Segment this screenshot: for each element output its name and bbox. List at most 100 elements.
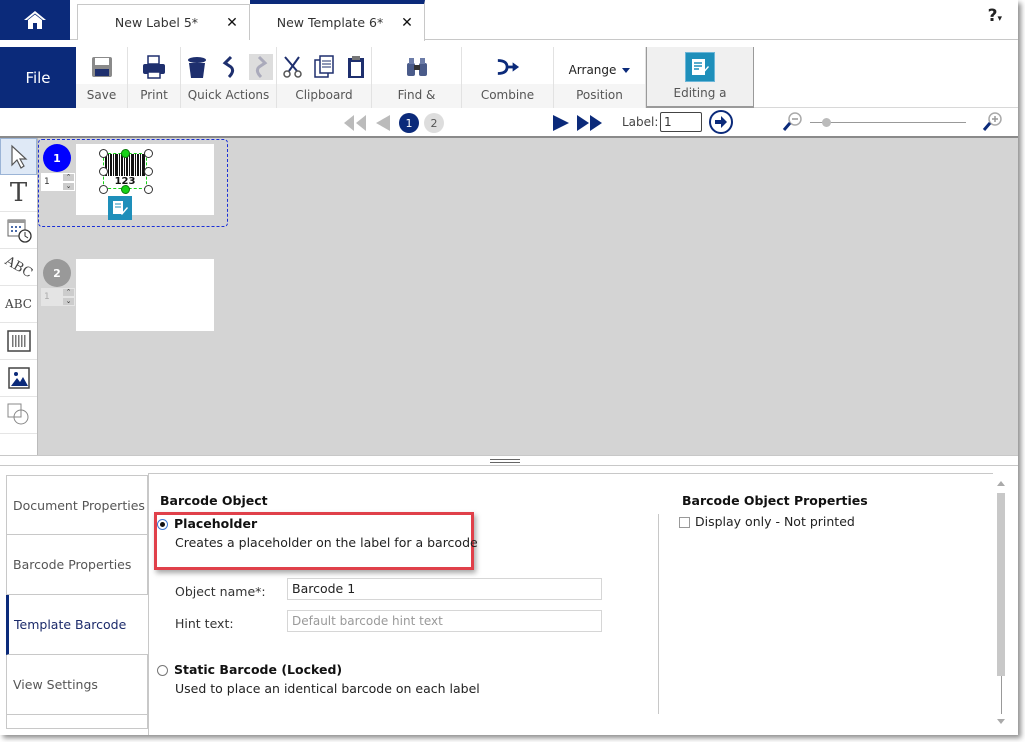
side-tab-document-properties[interactable]: Document Properties (6, 475, 148, 535)
resize-handle[interactable] (99, 167, 108, 176)
print-label: Print (128, 84, 180, 108)
page-2-button[interactable]: 2 (424, 113, 444, 133)
combine-icon (496, 54, 520, 80)
editing-template-group[interactable]: Editing a Template (646, 47, 754, 122)
zoom-slider-track[interactable] (810, 122, 966, 123)
label-number-badge[interactable]: 1 (43, 144, 71, 172)
tab-new-label-5[interactable]: New Label 5* ✕ (77, 4, 250, 40)
text-tool[interactable]: T (0, 175, 37, 212)
pointer-icon (10, 144, 28, 169)
paste-icon[interactable] (344, 54, 368, 80)
pointer-tool[interactable] (0, 138, 37, 175)
zoom-slider-thumb[interactable] (822, 118, 831, 127)
home-button[interactable] (0, 0, 70, 40)
last-page-icon[interactable] (576, 113, 604, 136)
shape-icon (7, 403, 28, 425)
file-button[interactable]: File (0, 47, 76, 108)
text-icon: T (9, 178, 28, 208)
arrow-right-icon (715, 116, 727, 128)
scroll-thumb[interactable] (997, 493, 1005, 676)
scroll-up-icon[interactable] (997, 481, 1005, 486)
quick-actions-group: Quick Actions (181, 47, 277, 108)
static-barcode-radio[interactable] (157, 665, 168, 676)
edit-template-badge[interactable] (108, 196, 132, 220)
label-number-caption: Label: (622, 115, 659, 129)
placeholder-radio[interactable] (157, 519, 168, 530)
hint-text-input[interactable]: Default barcode hint text (287, 610, 602, 632)
image-icon (7, 367, 30, 389)
panel-scrollbar[interactable] (994, 473, 1008, 735)
label-number-badge[interactable]: 2 (43, 259, 71, 287)
clipboard-label: Clipboard (277, 84, 371, 108)
side-tab-more[interactable] (6, 715, 148, 729)
ribbon-toolbar: File Save Print Quick Actions Clipboard … (0, 47, 1018, 124)
barcode-object[interactable]: 123 (99, 149, 153, 194)
calendar-clock-icon (7, 219, 32, 243)
tab-label: New Template 6* (276, 15, 384, 30)
vertical-divider (658, 514, 659, 714)
shape-tool[interactable] (0, 397, 37, 434)
design-toolbox: T ABC ABC (0, 138, 38, 455)
combine-fields-group[interactable]: Combine Fields (462, 47, 554, 124)
save-group[interactable]: Save (76, 47, 128, 108)
print-group[interactable]: Print (128, 47, 181, 108)
barcode-tool[interactable] (0, 323, 37, 360)
label-number-input[interactable]: 1 (660, 112, 702, 132)
first-page-icon[interactable] (342, 113, 368, 136)
arrange-dropdown[interactable]: Arrange (569, 57, 631, 77)
tab-new-template-6[interactable]: New Template 6* ✕ (250, 0, 425, 41)
page-1-button[interactable]: 1 (399, 113, 419, 133)
date-time-tool[interactable] (0, 212, 37, 249)
cut-icon[interactable] (280, 54, 304, 80)
text-box-tool[interactable]: ABC (0, 286, 37, 323)
help-button[interactable]: ?▾ (988, 6, 1002, 26)
spin-down-icon[interactable]: ⌄ (63, 183, 74, 190)
resize-handle[interactable] (121, 185, 130, 194)
label-card-2[interactable] (76, 259, 214, 331)
side-tab-template-barcode[interactable]: Template Barcode (6, 595, 148, 655)
copy-icon[interactable] (312, 54, 336, 80)
editing-template-label: Editing a Template (647, 82, 753, 122)
resize-handle[interactable] (144, 167, 153, 176)
resize-handle[interactable] (99, 185, 108, 194)
copies-spinner: 1 ⌃ ⌄ (41, 288, 75, 306)
close-icon[interactable]: ✕ (396, 15, 418, 31)
scroll-down-icon[interactable] (997, 719, 1005, 724)
object-name-input[interactable]: Barcode 1 (287, 578, 602, 600)
go-to-label-button[interactable] (709, 110, 733, 134)
template-barcode-panel: Barcode Object Placeholder Creates a pla… (148, 473, 993, 735)
spin-up-icon[interactable]: ⌃ (63, 174, 74, 181)
resize-handle[interactable] (144, 149, 153, 158)
zoom-out-icon[interactable] (782, 111, 804, 136)
resize-handle[interactable] (144, 185, 153, 194)
binoculars-icon (405, 54, 429, 80)
close-icon[interactable]: ✕ (221, 15, 243, 31)
delete-icon[interactable] (185, 54, 209, 80)
image-tool[interactable] (0, 360, 37, 397)
previous-page-icon[interactable] (372, 113, 392, 136)
object-name-label: Object name*: (175, 584, 266, 599)
undo-icon[interactable] (217, 54, 241, 80)
home-icon (24, 11, 46, 29)
label-canvas[interactable]: 1 1 ⌃ ⌄ 123 2 1 ⌃ ⌄ (38, 138, 1018, 455)
next-page-icon[interactable] (551, 113, 571, 136)
scroll-track[interactable] (1001, 676, 1002, 714)
curved-text-tool[interactable]: ABC (0, 249, 37, 286)
tab-label: New Label 5* (114, 15, 199, 30)
copies-spinner[interactable]: 1 ⌃ ⌄ (41, 173, 75, 191)
position-label: Position (554, 84, 645, 108)
spin-down-icon: ⌄ (63, 298, 74, 305)
display-only-checkbox[interactable] (679, 517, 690, 528)
properties-title: Barcode Object Properties (682, 493, 868, 508)
side-tab-view-settings[interactable]: View Settings (6, 655, 148, 715)
arrange-label: Arrange (568, 63, 617, 77)
panel-splitter[interactable] (0, 455, 1018, 465)
side-tab-barcode-properties[interactable]: Barcode Properties (6, 535, 148, 595)
properties-side-tabs: Document Properties Barcode Properties T… (6, 475, 148, 729)
find-replace-group[interactable]: Find & Replace (372, 47, 462, 124)
resize-handle[interactable] (121, 149, 130, 158)
hint-text-label: Hint text: (175, 616, 234, 631)
help-icon: ? (987, 6, 998, 26)
zoom-in-icon[interactable] (982, 111, 1004, 136)
resize-handle[interactable] (99, 149, 108, 158)
